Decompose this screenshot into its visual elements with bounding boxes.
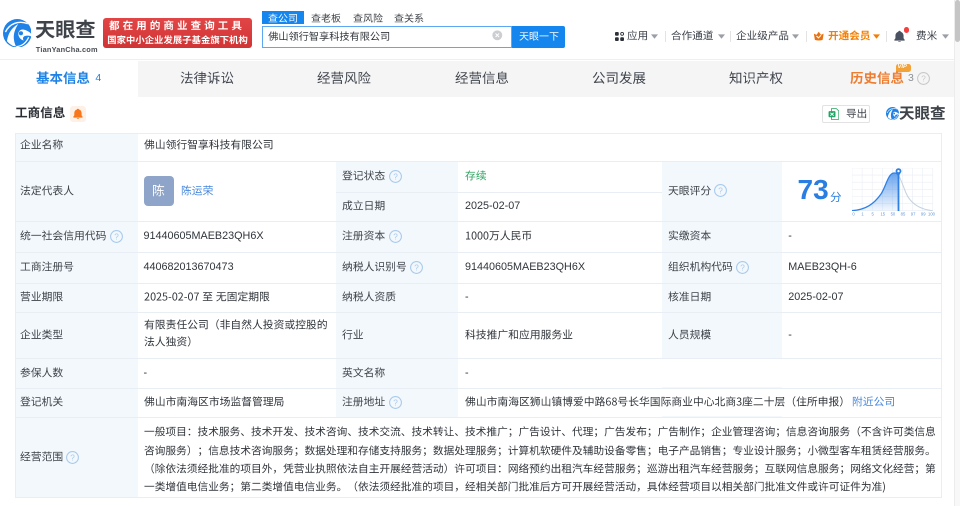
svg-text:?: ? [393, 398, 398, 407]
svg-text:?: ? [114, 232, 119, 241]
svg-text:50: 50 [890, 211, 895, 216]
svg-text:?: ? [740, 263, 745, 272]
svg-text:99: 99 [920, 211, 925, 216]
svg-text:?: ? [393, 172, 398, 181]
svg-text:?: ? [71, 453, 76, 462]
svg-text:0: 0 [852, 211, 855, 216]
svg-text:97: 97 [910, 211, 915, 216]
svg-text:100: 100 [928, 211, 936, 216]
svg-text:?: ? [414, 263, 419, 272]
svg-text:15: 15 [880, 211, 885, 216]
svg-text:?: ? [921, 74, 926, 83]
svg-text:85: 85 [900, 211, 905, 216]
svg-text:?: ? [718, 187, 723, 196]
svg-text:1: 1 [861, 211, 864, 216]
svg-text:?: ? [393, 232, 398, 241]
svg-text:5: 5 [871, 211, 874, 216]
